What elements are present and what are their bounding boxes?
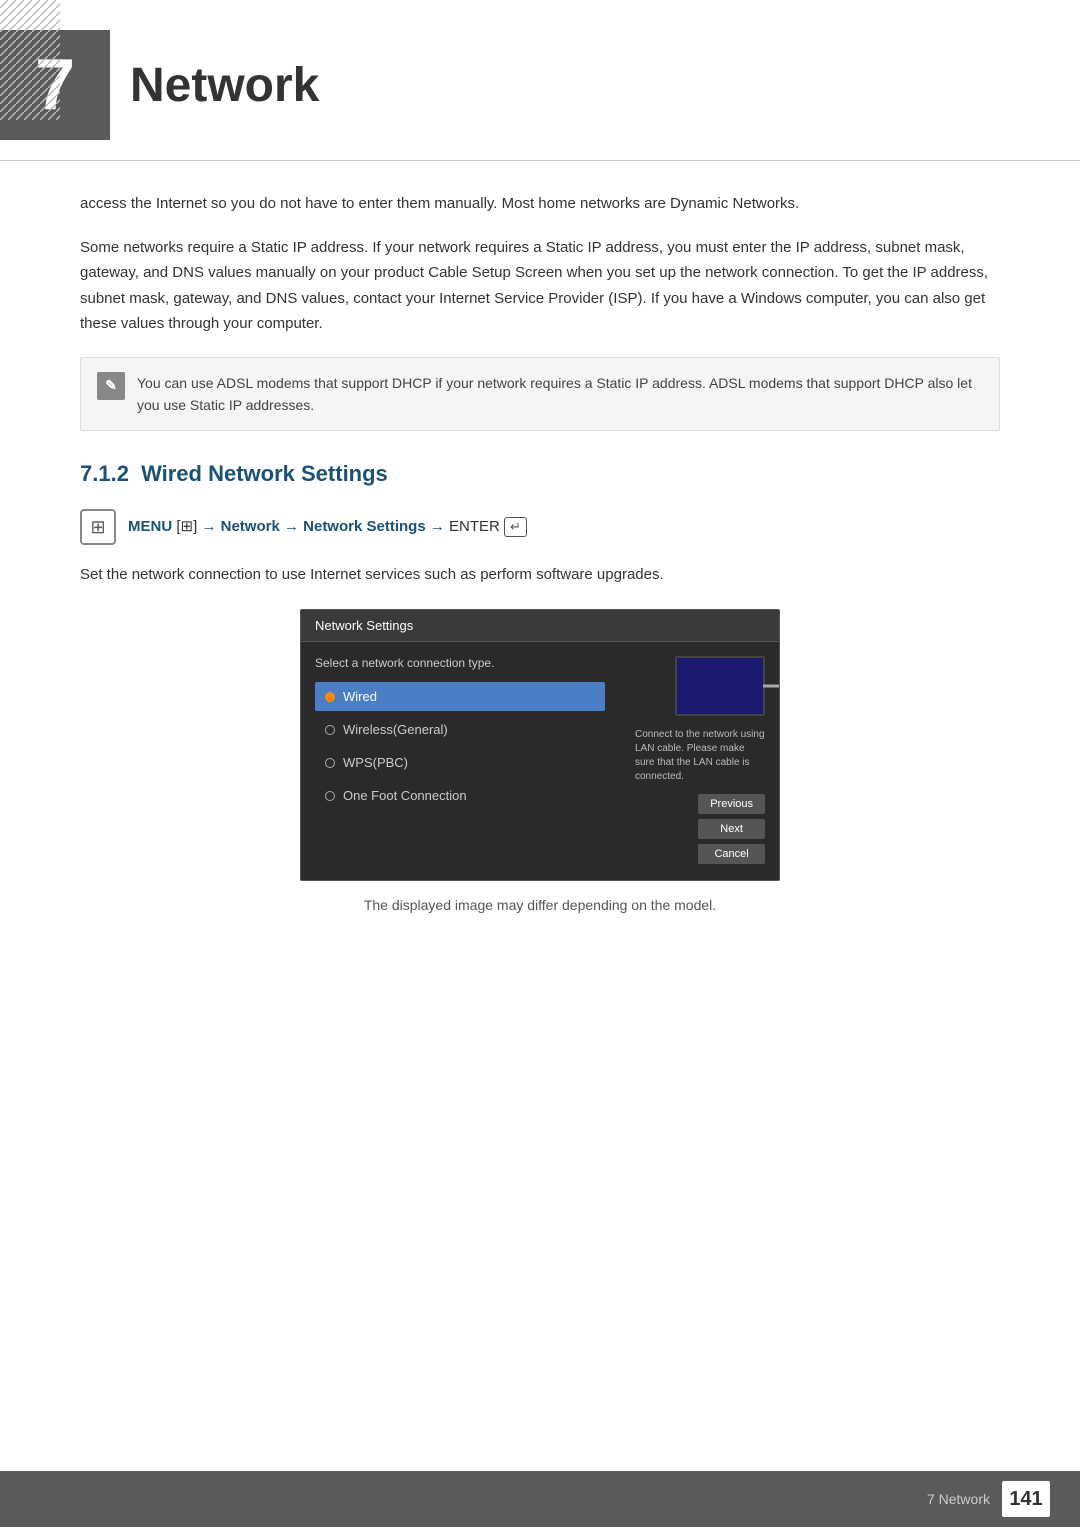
dialog-titlebar: Network Settings <box>301 610 779 642</box>
body-para2: Some networks require a Static IP addres… <box>80 235 1000 337</box>
option-label-1: Wireless(General) <box>343 722 448 737</box>
radio-dot-3 <box>325 791 335 801</box>
section-title: Wired Network Settings <box>141 461 388 486</box>
dialog-container: Network Settings Select a network connec… <box>80 609 1000 881</box>
radio-dot-0 <box>325 692 335 702</box>
section-heading: 7.1.2 Wired Network Settings <box>80 461 1000 487</box>
option-label-2: WPS(PBC) <box>343 755 408 770</box>
dialog-right: Connect to the network using LAN cable. … <box>615 656 765 864</box>
connect-desc: Connect to the network using LAN cable. … <box>635 728 765 784</box>
dialog-subtitle: Select a network connection type. <box>315 656 605 670</box>
dialog-buttons: Previous Next Cancel <box>698 794 765 864</box>
footer-page-number: 141 <box>1002 1481 1050 1517</box>
dialog-option-3[interactable]: One Foot Connection <box>315 781 605 810</box>
note-box: ✎ You can use ADSL modems that support D… <box>80 357 1000 432</box>
caption-text: The displayed image may differ depending… <box>80 897 1000 913</box>
hatch-decoration <box>0 0 60 120</box>
dialog-options: Wired Wireless(General) WPS(PBC) One Foot C… <box>315 682 605 810</box>
tv-cable <box>763 685 780 688</box>
menu-icon-box: ⊞ <box>80 509 116 545</box>
dialog-btn-previous[interactable]: Previous <box>698 794 765 814</box>
menu-icon: ⊞ <box>90 517 105 538</box>
network-dialog: Network Settings Select a network connec… <box>300 609 780 881</box>
enter-icon: ↵ <box>504 517 527 537</box>
radio-dot-2 <box>325 758 335 768</box>
desc-text: Set the network connection to use Intern… <box>80 563 1000 587</box>
dialog-option-2[interactable]: WPS(PBC) <box>315 748 605 777</box>
dialog-body: Select a network connection type. WiredW… <box>301 642 779 880</box>
dialog-btn-cancel[interactable]: Cancel <box>698 844 765 864</box>
dialog-btn-next[interactable]: Next <box>698 819 765 839</box>
page-title: Network <box>130 30 319 113</box>
page-header: 7 Network <box>0 0 1080 161</box>
note-icon: ✎ <box>97 372 125 400</box>
page-footer: 7 Network 141 <box>0 1471 1080 1527</box>
menu-path-row: ⊞ MENU [⊞] → Network → Network Settings … <box>80 509 1000 545</box>
content-area: access the Internet so you do not have t… <box>0 191 1080 913</box>
option-label-3: One Foot Connection <box>343 788 467 803</box>
footer-chapter-label: 7 Network <box>927 1491 990 1507</box>
section-number: 7.1.2 <box>80 461 129 486</box>
tv-image <box>675 656 765 716</box>
menu-label: MENU [⊞] → Network → Network Settings → … <box>128 517 527 537</box>
radio-dot-1 <box>325 725 335 735</box>
body-para1: access the Internet so you do not have t… <box>80 191 1000 217</box>
dialog-option-0[interactable]: Wired <box>315 682 605 711</box>
note-text: You can use ADSL modems that support DHC… <box>137 372 983 417</box>
option-label-0: Wired <box>343 689 377 704</box>
dialog-option-1[interactable]: Wireless(General) <box>315 715 605 744</box>
dialog-left: Select a network connection type. WiredW… <box>315 656 605 864</box>
